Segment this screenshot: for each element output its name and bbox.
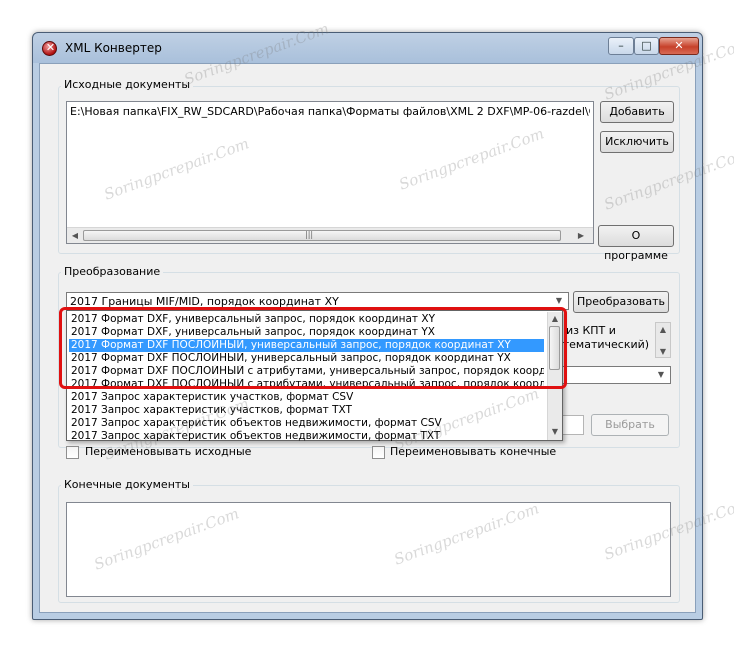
source-list-item[interactable]: E:\Новая папка\FIX_RW_SDCARD\Рабочая пап… <box>70 105 590 118</box>
source-hscrollbar[interactable]: ◀ ||| ▶ <box>67 227 593 243</box>
title-bar[interactable]: ✕ XML Конвертер – □ ✕ <box>33 33 702 63</box>
chevron-down-icon[interactable]: ▼ <box>655 370 667 379</box>
rename-source-checkbox[interactable] <box>66 446 79 459</box>
options-partial-text-2: атематический) <box>556 338 650 351</box>
remove-button[interactable]: Исключить <box>600 131 674 153</box>
about-button[interactable]: О программе <box>598 225 674 262</box>
scroll-down-icon[interactable]: ▼ <box>549 427 561 436</box>
add-button[interactable]: Добавить <box>600 101 674 123</box>
scroll-thumb[interactable] <box>83 230 561 241</box>
secondary-combobox[interactable]: ▼ <box>556 366 671 384</box>
maximize-button[interactable]: □ <box>634 37 659 55</box>
app-window: ✕ XML Конвертер – □ ✕ Исходные документы… <box>32 32 703 620</box>
app-icon: ✕ <box>42 41 57 56</box>
window-title: XML Конвертер <box>65 41 162 55</box>
dropdown-option[interactable]: 2017 Запрос характеристик участков, форм… <box>69 391 544 404</box>
scroll-right-icon[interactable]: ▶ <box>575 231 587 240</box>
options-scrollbar[interactable]: ▲ ▼ <box>655 322 671 358</box>
grip-icon: ||| <box>305 230 314 239</box>
minimize-button[interactable]: – <box>608 37 634 55</box>
rename-target-checkbox[interactable] <box>372 446 385 459</box>
red-highlight-frame <box>59 307 567 389</box>
chevron-down-icon[interactable]: ▼ <box>553 296 565 305</box>
convert-group-label: Преобразование <box>61 265 164 278</box>
scroll-down-icon[interactable]: ▼ <box>657 347 669 356</box>
scroll-up-icon[interactable]: ▲ <box>657 325 669 334</box>
target-group-label: Конечные документы <box>61 478 193 491</box>
client-area: Исходные документы E:\Новая папка\FIX_RW… <box>39 63 696 613</box>
choose-button[interactable]: Выбрать <box>591 414 669 436</box>
scroll-left-icon[interactable]: ◀ <box>69 231 81 240</box>
source-group-label: Исходные документы <box>61 78 194 91</box>
convert-button[interactable]: Преобразовать <box>573 291 669 313</box>
